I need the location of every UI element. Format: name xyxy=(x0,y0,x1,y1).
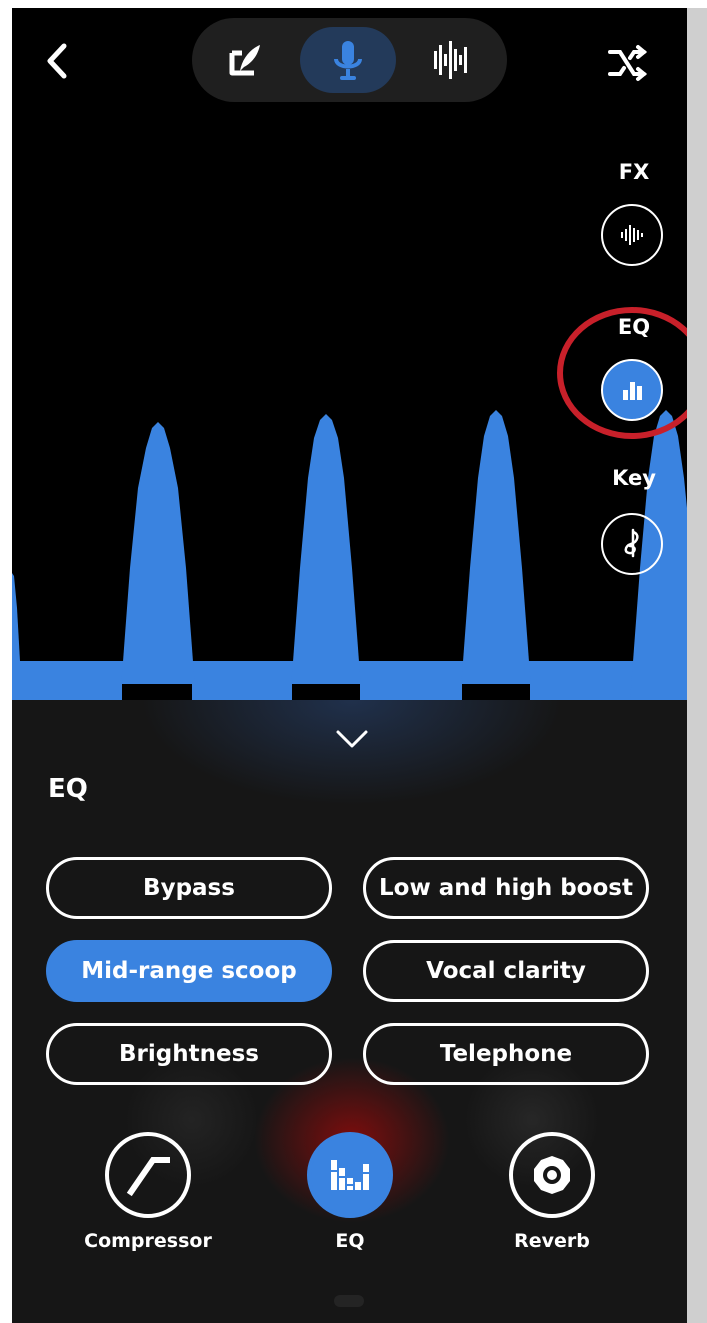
eq-tool-button[interactable] xyxy=(307,1132,393,1218)
eq-bars-icon xyxy=(331,1160,369,1190)
tool-reverb[interactable]: Reverb xyxy=(472,1132,632,1252)
reverb-button[interactable] xyxy=(509,1132,595,1218)
key-label: Key xyxy=(612,466,656,490)
fx-label: FX xyxy=(618,160,650,184)
chevron-down-icon xyxy=(336,730,368,748)
preset-brightness-button[interactable]: Brightness xyxy=(46,1023,332,1085)
reverb-icon xyxy=(534,1156,570,1194)
preset-telephone-button[interactable]: Telephone xyxy=(363,1023,649,1085)
eq-panel: EQ Bypass Low and high boost Mid-range s… xyxy=(12,700,687,1323)
preset-low-high-boost-button[interactable]: Low and high boost xyxy=(363,857,649,919)
chevron-left-icon xyxy=(47,43,67,79)
tool-reverb-label: Reverb xyxy=(514,1230,590,1252)
tool-compressor[interactable]: Compressor xyxy=(68,1132,228,1252)
preset-vocal-clarity-button[interactable]: Vocal clarity xyxy=(363,940,649,1002)
scrollbar-track xyxy=(687,8,707,1323)
home-indicator xyxy=(334,1295,364,1307)
edit-quill-icon xyxy=(229,45,260,76)
back-button[interactable] xyxy=(32,36,82,86)
panel-title: EQ xyxy=(48,774,88,804)
tool-eq-label: EQ xyxy=(335,1230,365,1252)
waveform-icon xyxy=(434,41,467,79)
tool-compressor-label: Compressor xyxy=(84,1230,212,1252)
collapse-panel-button[interactable] xyxy=(322,720,382,760)
shuffle-icon xyxy=(608,45,648,81)
tool-eq[interactable]: EQ xyxy=(270,1132,430,1252)
compressor-button[interactable] xyxy=(105,1132,191,1218)
app-screen: FX EQ Key EQ Bypass Low and high boost M… xyxy=(12,8,687,1323)
mode-beats-button[interactable] xyxy=(402,27,498,93)
waveform-icon xyxy=(621,225,643,245)
compressor-icon xyxy=(126,1157,170,1197)
shuffle-button[interactable] xyxy=(602,38,652,88)
mode-lyrics-button[interactable] xyxy=(196,27,292,93)
fx-button[interactable] xyxy=(601,204,663,266)
preset-bypass-button[interactable]: Bypass xyxy=(46,857,332,919)
mode-record-button[interactable] xyxy=(300,27,396,93)
mode-switcher xyxy=(192,18,507,102)
microphone-icon xyxy=(334,41,362,80)
preset-mid-range-scoop-button[interactable]: Mid-range scoop xyxy=(46,940,332,1002)
key-button[interactable] xyxy=(601,513,663,575)
music-note-icon xyxy=(624,528,639,558)
